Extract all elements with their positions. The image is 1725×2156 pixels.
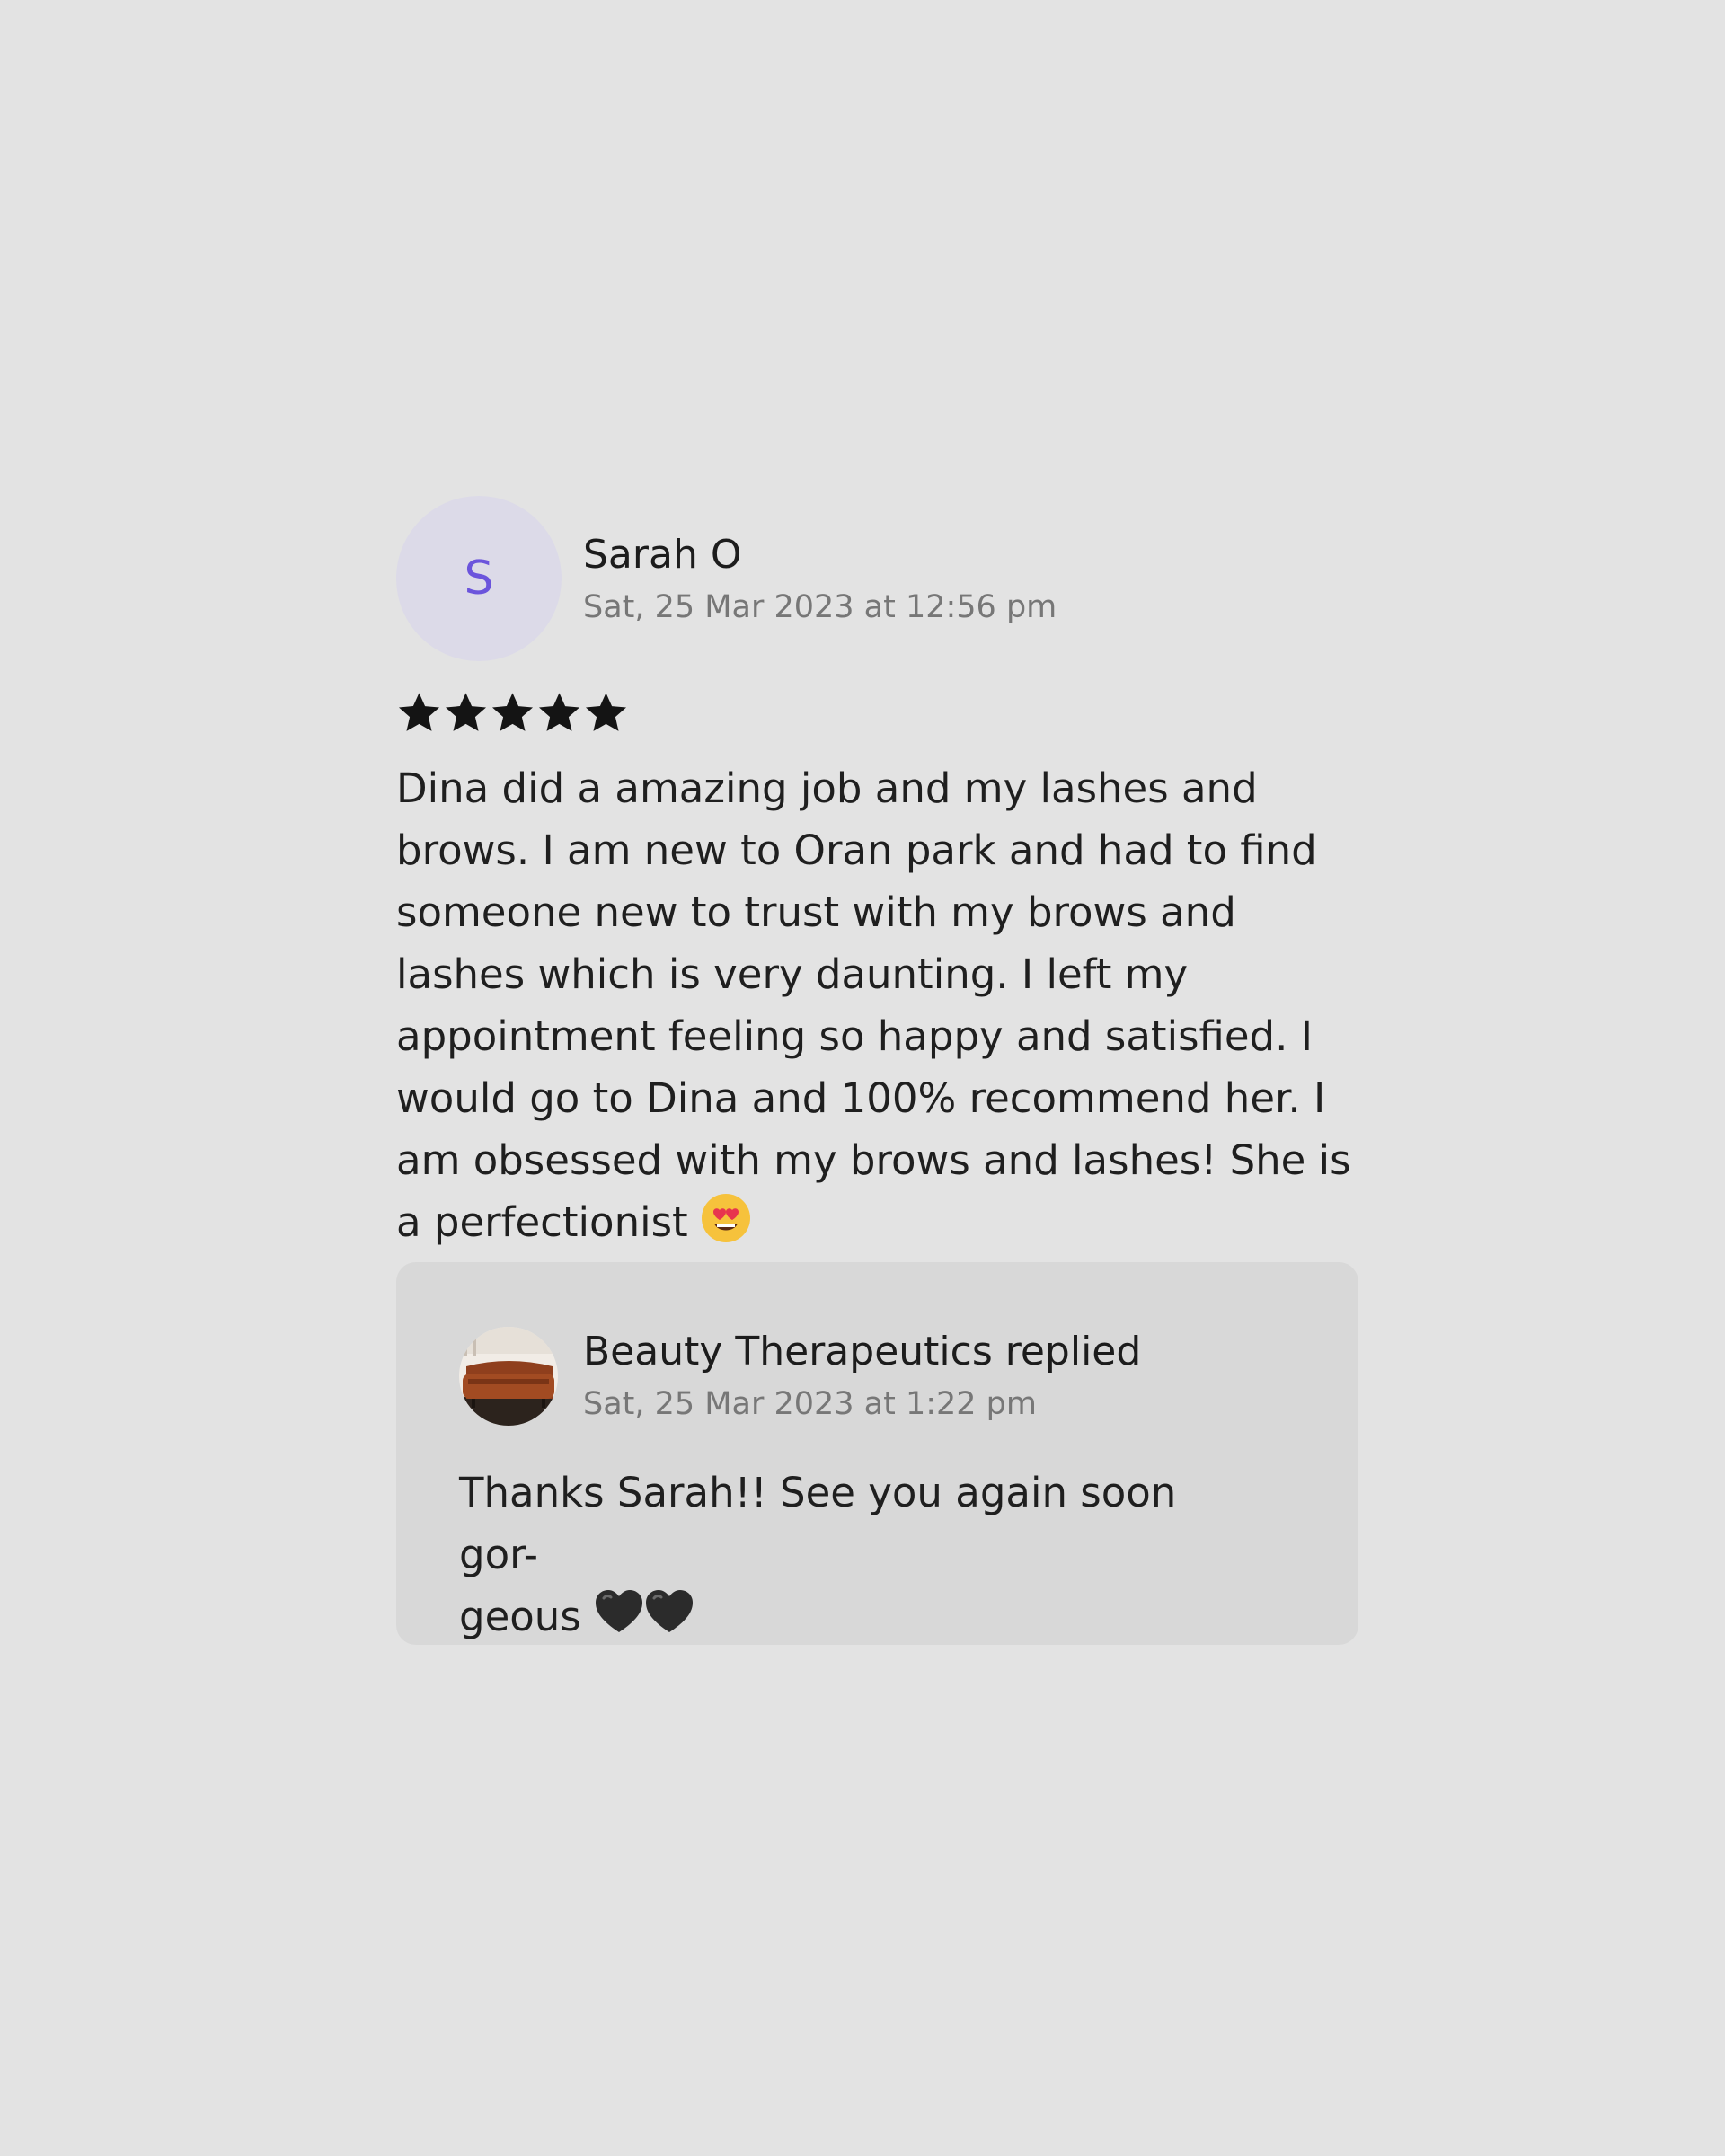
star-icon bbox=[538, 693, 580, 731]
reviewer-name: Sarah O bbox=[583, 532, 742, 578]
reply-date: Sat, 25 Mar 2023 at 1:22 pm bbox=[583, 1386, 1037, 1422]
avatar-initial: S bbox=[464, 552, 494, 605]
black-heart-icon bbox=[646, 1590, 694, 1632]
business-avatar bbox=[459, 1327, 558, 1426]
review-card: S Sarah O Sat, 25 Mar 2023 at 12:56 pm D… bbox=[396, 496, 1359, 1246]
star-icon bbox=[445, 693, 487, 731]
reply-text-line2: geous bbox=[459, 1593, 581, 1640]
star-icon bbox=[585, 693, 627, 731]
business-reply: Beauty Therapeutics replied Sat, 25 Mar … bbox=[396, 1262, 1358, 1645]
reply-business-name: Beauty Therapeutics replied bbox=[583, 1329, 1142, 1374]
review-body: Dina did a amazing job and my lashes and… bbox=[396, 757, 1367, 1253]
review-text: Dina did a amazing job and my lashes and… bbox=[396, 764, 1351, 1246]
review-date: Sat, 25 Mar 2023 at 12:56 pm bbox=[583, 589, 1057, 625]
review-header: S Sarah O Sat, 25 Mar 2023 at 12:56 pm bbox=[396, 496, 1359, 662]
heart-eyes-emoji-icon bbox=[702, 1194, 751, 1242]
reply-body: Thanks Sarah!! See you again soon gor-ge… bbox=[459, 1462, 1268, 1648]
star-rating bbox=[396, 690, 629, 736]
black-heart-icon bbox=[596, 1590, 643, 1632]
star-icon bbox=[398, 693, 440, 731]
avatar: S bbox=[396, 496, 562, 661]
reply-text-line1: Thanks Sarah!! See you again soon gor- bbox=[459, 1469, 1177, 1578]
star-icon bbox=[491, 693, 534, 731]
